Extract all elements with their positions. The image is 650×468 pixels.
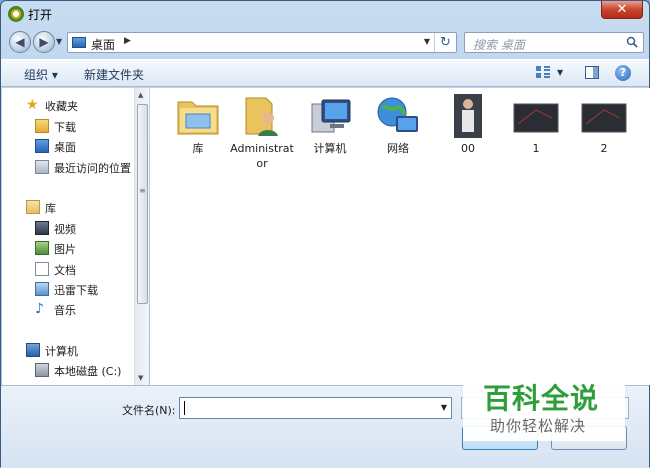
navigation-pane[interactable]: ★ 收藏夹下载桌面最近访问的位置库视频图片文档迅雷下载 ♪ 音乐计算机本地磁盘 (C:… [2, 88, 134, 385]
computer-icon [306, 94, 354, 138]
picture-icon [35, 241, 49, 255]
local-disk-icon [35, 363, 49, 377]
new-folder-button[interactable]: 新建文件夹 [84, 66, 144, 83]
file-name: 2 [600, 142, 608, 155]
file-item[interactable]: 库 [166, 94, 230, 156]
search-box[interactable]: 搜索 桌面 [464, 32, 644, 53]
file-name: Administrator [230, 142, 294, 170]
library-icon [26, 200, 40, 214]
address-dropdown-icon[interactable]: ▼ [424, 37, 430, 46]
scroll-down-icon[interactable]: ▼ [138, 374, 143, 382]
file-name: 网络 [387, 142, 409, 155]
document-icon [35, 262, 49, 276]
back-button[interactable]: ◀ [9, 31, 31, 53]
sidebar-item-label: 文档 [54, 264, 76, 277]
file-name: 1 [532, 142, 540, 155]
help-icon[interactable]: ? [615, 65, 631, 81]
sidebar-item-label: 收藏夹 [45, 100, 78, 113]
scroll-grip-icon: ≡ [139, 186, 146, 195]
user-folder-icon [238, 94, 286, 138]
search-placeholder: 搜索 桌面 [473, 38, 525, 52]
sidebar-item[interactable]: 视频 [2, 219, 134, 237]
refresh-button[interactable]: ↻ [434, 33, 456, 52]
watermark-title: 百科全说 [483, 382, 600, 415]
network-icon [374, 94, 422, 138]
music-icon: ♪ [35, 301, 44, 317]
sidebar-item[interactable]: 库 [2, 198, 134, 216]
file-list-pane[interactable]: 库 Administrator 计算机 网络 00 1 2 [150, 88, 650, 385]
breadcrumb-chevron-icon[interactable]: ▶ [124, 36, 131, 46]
dark-image-thumbnail-icon [580, 94, 628, 138]
sidebar-item[interactable]: 桌面 [2, 137, 134, 155]
photo-thumbnail-icon [444, 94, 492, 138]
sidebar-item[interactable]: 文档 [2, 260, 134, 278]
video-icon [35, 221, 49, 235]
navigation-bar: ◀ ▶ ▼ 桌面 ▶ ▼ ↻ 搜索 桌面 [1, 27, 649, 57]
filename-label: 文件名(N): [122, 404, 176, 417]
sidebar-item[interactable]: 最近访问的位置 [2, 158, 134, 176]
watermark-subtitle: 助你轻松解决 [490, 417, 587, 435]
sidebar-item[interactable]: ♪ 音乐 [2, 300, 134, 318]
sidebar-item-label: 下载 [54, 121, 76, 134]
sidebar-item[interactable]: 下载 [2, 117, 134, 135]
search-icon[interactable] [626, 36, 638, 48]
app-icon [8, 6, 24, 22]
library-folder-icon [174, 94, 222, 138]
sidebar-item[interactable]: 迅雷下载 [2, 280, 134, 298]
file-item[interactable]: 计算机 [298, 94, 362, 156]
forward-button[interactable]: ▶ [33, 31, 55, 53]
sidebar-item-label: 桌面 [54, 141, 76, 154]
filename-input[interactable]: ▼ [179, 397, 452, 419]
sidebar-item-label: 库 [45, 202, 56, 215]
open-file-dialog: 打开 ✕ ◀ ▶ ▼ 桌面 ▶ ▼ ↻ 搜索 桌面 组织 ▾ 新建文件夹 ▼ ?… [0, 0, 650, 468]
desktop-icon [35, 139, 49, 153]
computer-icon [26, 343, 40, 357]
sidebar-item[interactable]: ★ 收藏夹 [2, 96, 134, 114]
command-toolbar: 组织 ▾ 新建文件夹 ▼ ? [1, 59, 649, 87]
address-crumb-desktop[interactable]: 桌面 [91, 36, 115, 53]
view-dropdown-icon[interactable]: ▼ [557, 68, 563, 77]
star-icon: ★ [26, 97, 39, 113]
sidebar-item-label: 计算机 [45, 345, 78, 358]
sidebar-item[interactable]: 计算机 [2, 341, 134, 359]
sidebar-item[interactable]: 图片 [2, 239, 134, 257]
file-item[interactable]: 1 [504, 94, 568, 156]
sidebar-item-label: 本地磁盘 (C:) [54, 365, 122, 378]
title-bar[interactable]: 打开 ✕ [1, 1, 649, 27]
sidebar-item-label: 音乐 [54, 304, 76, 317]
file-item[interactable]: Administrator [230, 94, 294, 171]
download-folder-icon [35, 119, 49, 133]
scroll-up-icon[interactable]: ▲ [138, 91, 143, 99]
close-button[interactable]: ✕ [601, 1, 643, 19]
navigation-pane-scrollbar[interactable]: ▲ ≡ ▼ [134, 88, 149, 385]
file-item[interactable]: 网络 [366, 94, 430, 156]
watermark: 百科全说 助你轻松解决 [463, 363, 625, 441]
dark-image-thumbnail-icon [512, 94, 560, 138]
recent-places-icon [35, 160, 49, 174]
filename-dropdown-icon[interactable]: ▼ [441, 403, 447, 412]
xunlei-download-icon [35, 282, 49, 296]
file-name: 库 [192, 142, 204, 155]
organize-button[interactable]: 组织 ▾ [24, 66, 58, 83]
preview-pane-icon[interactable] [585, 66, 599, 79]
sidebar-item-label: 图片 [54, 243, 76, 256]
file-name: 00 [461, 142, 475, 155]
recent-pages-dropdown-icon[interactable]: ▼ [56, 37, 66, 47]
window-title: 打开 [28, 8, 53, 22]
file-name: 计算机 [313, 142, 347, 155]
change-view-icon[interactable] [536, 66, 550, 79]
sidebar-item[interactable]: 本地磁盘 (C:) [2, 361, 134, 379]
sidebar-item-label: 迅雷下载 [54, 284, 98, 297]
sidebar-item-label: 最近访问的位置 [54, 162, 131, 175]
sidebar-item-label: 视频 [54, 223, 76, 236]
address-bar[interactable]: 桌面 ▶ ▼ ↻ [67, 32, 457, 53]
desktop-icon [72, 37, 86, 48]
file-item[interactable]: 2 [572, 94, 636, 156]
scrollbar-thumb[interactable] [137, 104, 148, 304]
file-item[interactable]: 00 [436, 94, 500, 156]
